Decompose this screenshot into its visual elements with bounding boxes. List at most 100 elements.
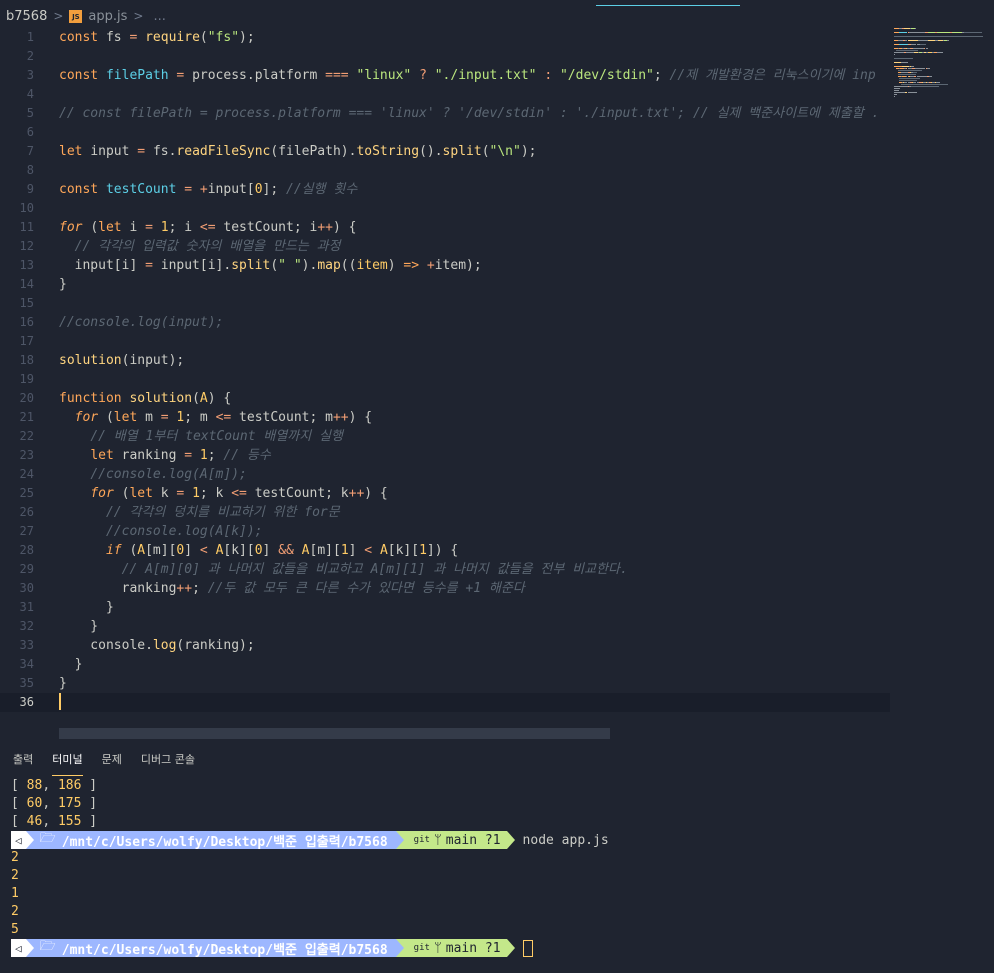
code-token: testCount; k [254, 486, 349, 501]
code-line[interactable]: 32 } [0, 617, 890, 636]
line-number: 32 [19, 619, 34, 633]
code-line[interactable]: 16 //console.log(input); [0, 313, 890, 332]
minimap-mark [964, 32, 983, 33]
code-line[interactable]: 14} [0, 275, 890, 294]
code-token: ) { [332, 220, 357, 235]
code-text: // 각각의 덩치를 비교하기 위한 for문 [59, 503, 340, 522]
minimap-mark [907, 92, 917, 93]
code-token: <= [199, 220, 224, 235]
code-token: [k][ [223, 543, 255, 558]
code-line[interactable]: 15 [0, 294, 890, 313]
code-token: let [113, 410, 146, 425]
line-number: 10 [19, 201, 34, 215]
code-token: 0 [254, 543, 263, 558]
code-text: } [59, 617, 98, 636]
code-line[interactable]: 12 // 각각의 입력값 숫자의 배열을 만드는 과정 [0, 237, 890, 256]
panel-tab[interactable]: 터미널 [52, 745, 84, 776]
code-line[interactable]: 9 const testCount = +input[0]; //실행 횟수 [0, 180, 890, 199]
code-editor[interactable]: 1 const fs = require("fs"); 2 3 const filePa… [0, 28, 890, 718]
code-token: console. [59, 638, 153, 653]
code-token: ++ [348, 486, 365, 501]
panel-tab[interactable]: 디버그 콘솔 [141, 745, 195, 773]
horizontal-scrollbar[interactable] [59, 728, 610, 739]
code-token: = [184, 448, 200, 463]
code-token: item); [434, 258, 482, 273]
panel-tab[interactable]: 문제 [102, 745, 122, 773]
breadcrumb-file[interactable]: app.js [88, 9, 127, 24]
code-token: "./input.txt" [434, 68, 545, 83]
code-token: ). [301, 258, 318, 273]
code-line[interactable]: 17 [0, 332, 890, 351]
code-token: ( [481, 144, 490, 159]
line-number: 25 [19, 486, 34, 500]
code-line[interactable]: 20 function solution(A) { [0, 389, 890, 408]
prompt-separator [395, 939, 404, 957]
code-line[interactable]: 11 for (let i = 1; i <= testCount; i++) { [0, 218, 890, 237]
code-token: map [317, 258, 341, 273]
code-line[interactable]: 6 [0, 123, 890, 142]
code-token: ++ [317, 220, 333, 235]
code-line[interactable]: 5 // const filePath = process.platform ==… [0, 104, 890, 123]
breadcrumb-more[interactable]: ... [153, 9, 165, 24]
code-line[interactable]: 27 //console.log(A[k]); [0, 522, 890, 541]
code-line[interactable]: 25 for (let k = 1; k <= testCount; k++) … [0, 484, 890, 503]
code-line[interactable]: 28 if (A[m][0] < A[k][0] && A[m][1] < A[… [0, 541, 890, 560]
code-line[interactable]: 34 } [0, 655, 890, 674]
code-line[interactable]: 30 ranking++; //두 값 모두 큰 다른 수가 있다면 등수를 +… [0, 579, 890, 598]
chevron-right-icon: > [133, 9, 144, 23]
line-number: 21 [19, 410, 34, 424]
code-text: } [59, 674, 67, 693]
code-line[interactable]: 31 } [0, 598, 890, 617]
panel-tab[interactable]: 출력 [13, 745, 33, 773]
prompt-separator [25, 939, 34, 957]
code-line[interactable]: 18 solution(input); [0, 351, 890, 370]
minimap-mark [928, 32, 936, 33]
minimap-mark [907, 40, 919, 41]
line-number: 36 [19, 695, 34, 709]
code-token: A [137, 543, 146, 558]
minimap-mark [937, 32, 950, 33]
code-line[interactable]: 4 [0, 85, 890, 104]
code-line[interactable]: 3 const filePath = process.platform === "… [0, 66, 890, 85]
code-line[interactable]: 33 console.log(ranking); [0, 636, 890, 655]
code-line[interactable]: 24 //console.log(A[m]); [0, 465, 890, 484]
code-token: 1 [199, 448, 208, 463]
line-number: 27 [19, 524, 34, 538]
code-token: // 배열 1부터 textCount 배열까지 실행 [90, 429, 343, 444]
code-token: for [74, 410, 106, 425]
code-line[interactable]: 21 for (let m = 1; m <= testCount; m++) … [0, 408, 890, 427]
git-icon: git [413, 943, 430, 953]
code-line[interactable]: 7 let input = fs.readFileSync(filePath).t… [0, 142, 890, 161]
code-line[interactable]: 35} [0, 674, 890, 693]
code-line[interactable]: 36 [0, 693, 890, 712]
code-token: // A[m][0] 과 나머지 값들을 비교하고 A[m][1] 과 나머지 … [121, 562, 628, 577]
breadcrumb-folder[interactable]: b7568 [6, 9, 47, 24]
code-line[interactable]: 23 let ranking = 1; // 등수 [0, 446, 890, 465]
terminal-output-line: 5 [11, 922, 19, 937]
code-token: ( [199, 30, 208, 45]
code-line[interactable]: 8 [0, 161, 890, 180]
code-line[interactable]: 10 [0, 199, 890, 218]
code-token: function [59, 391, 130, 406]
minimap[interactable] [894, 28, 990, 100]
line-number: 7 [26, 144, 34, 158]
code-line[interactable]: 2 [0, 47, 890, 66]
terminal-value: 46 [26, 814, 43, 829]
code-line[interactable]: 13 input[i] = input[i].split(" ").map((i… [0, 256, 890, 275]
code-token: solution [129, 391, 193, 406]
prompt-path-text: /mnt/c/Users/wolfy/Desktop/백준 입출력/b7568 [61, 942, 388, 958]
code-line[interactable]: 29 // A[m][0] 과 나머지 값들을 비교하고 A[m][1] 과 나… [0, 560, 890, 579]
code-token: (filePath). [270, 144, 357, 159]
code-line[interactable]: 26 // 각각의 덩치를 비교하기 위한 for문 [0, 503, 890, 522]
code-line[interactable]: 1 const fs = require("fs"); [0, 28, 890, 47]
minimap-mark [912, 48, 924, 49]
code-line[interactable]: 19 [0, 370, 890, 389]
code-line[interactable]: 22 // 배열 1부터 textCount 배열까지 실행 [0, 427, 890, 446]
terminal-array-line: [ 88, 186 ] [0, 777, 994, 795]
